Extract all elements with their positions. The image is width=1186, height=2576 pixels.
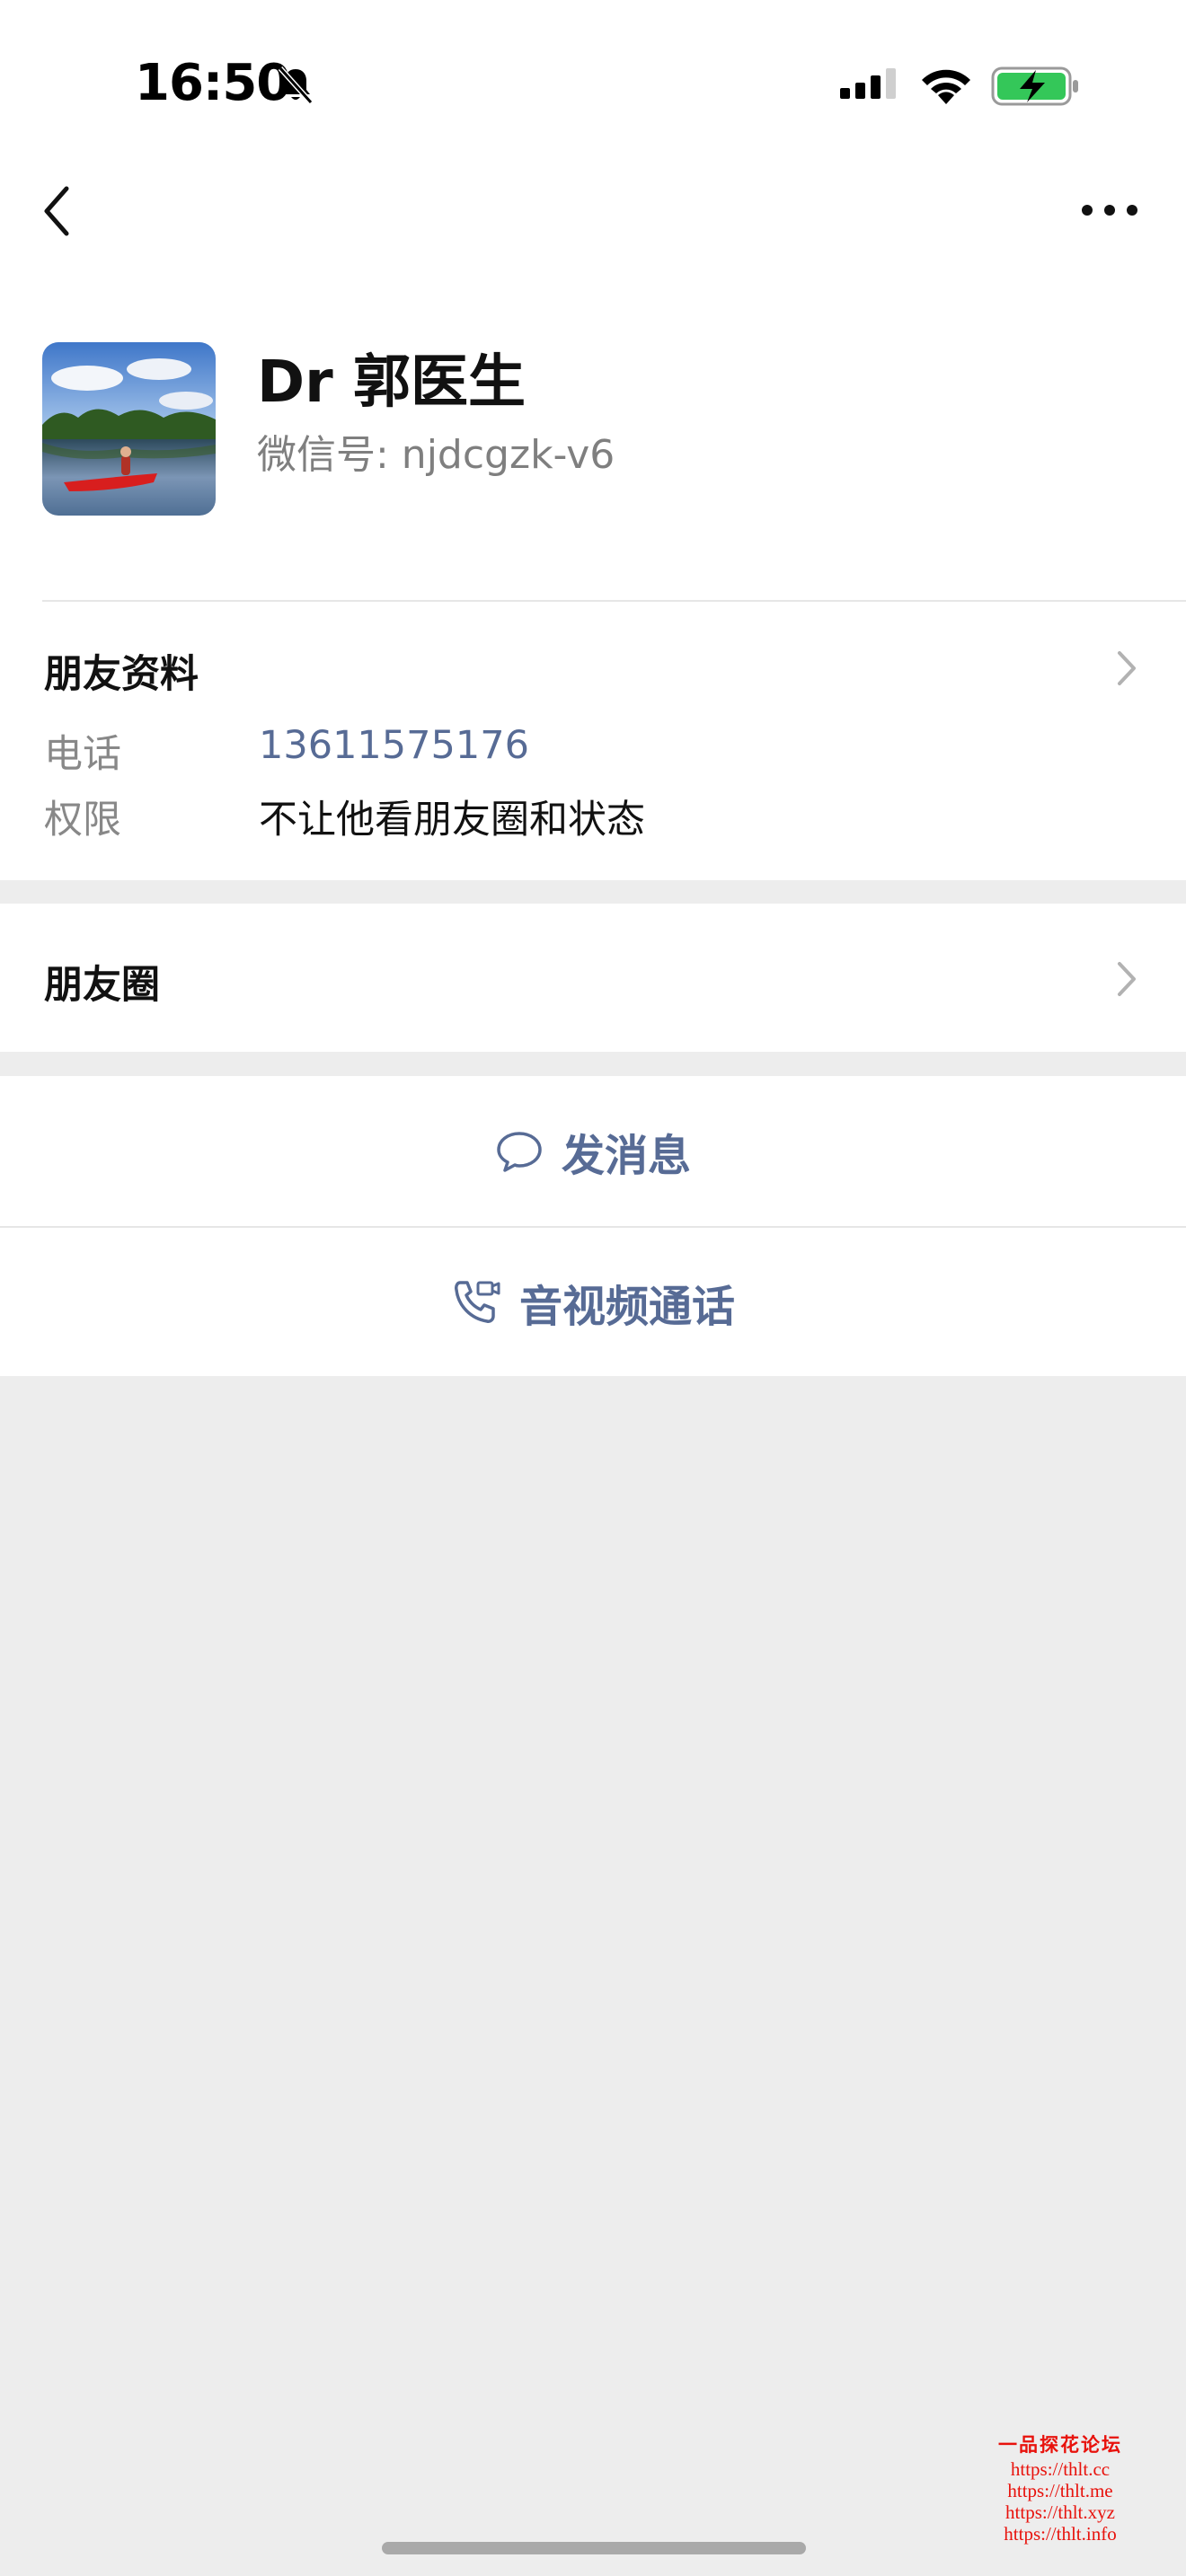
contact-profile-screen: 16:50 Dr 郭医生 微信号: njdcgzk-v6 朋友资料 电话 136… [0, 0, 1186, 2576]
watermark-url: https://thlt.me [1007, 2480, 1113, 2501]
send-message-button[interactable]: 发消息 [0, 1077, 1186, 1225]
home-indicator[interactable] [382, 2542, 806, 2554]
video-call-label: 音视频通话 [518, 1281, 735, 1332]
phone-video-icon [454, 1280, 500, 1323]
phone-number-link[interactable]: 13611575176 [259, 723, 529, 768]
ellipsis-icon[interactable] [1078, 196, 1141, 225]
friend-info-title[interactable]: 朋友资料 [44, 643, 199, 699]
divider [42, 600, 1186, 602]
battery-charging-icon [991, 66, 1078, 106]
avatar-photo [42, 342, 216, 516]
wechat-id: 微信号: njdcgzk-v6 [257, 432, 615, 478]
watermark: 一品探花论坛 https://thlt.cc https://thlt.me h… [979, 2434, 1141, 2545]
chevron-right-icon[interactable] [1112, 957, 1139, 1001]
moments-title[interactable]: 朋友圈 [44, 954, 160, 1010]
status-time: 16:50 [135, 54, 291, 112]
permission-value: 不让他看朋友圈和状态 [259, 798, 645, 842]
watermark-url: https://thlt.info [1004, 2523, 1117, 2545]
display-name: Dr 郭医生 [257, 349, 526, 416]
send-message-label: 发消息 [561, 1130, 691, 1181]
chat-bubble-icon [497, 1131, 542, 1172]
chevron-right-icon[interactable] [1112, 646, 1139, 691]
watermark-url: https://thlt.xyz [1005, 2501, 1115, 2523]
watermark-title: 一品探花论坛 [998, 2434, 1122, 2456]
chevron-left-icon[interactable] [36, 180, 81, 243]
bell-slash-icon [278, 66, 314, 105]
moments-row[interactable] [0, 904, 1186, 1052]
phone-label: 电话 [44, 732, 121, 777]
video-call-button[interactable]: 音视频通话 [0, 1228, 1186, 1376]
avatar[interactable] [42, 342, 216, 516]
permission-label: 权限 [44, 798, 121, 842]
cellular-signal-icon [840, 68, 896, 99]
wifi-icon [922, 69, 970, 104]
watermark-url: https://thlt.cc [1010, 2458, 1111, 2480]
